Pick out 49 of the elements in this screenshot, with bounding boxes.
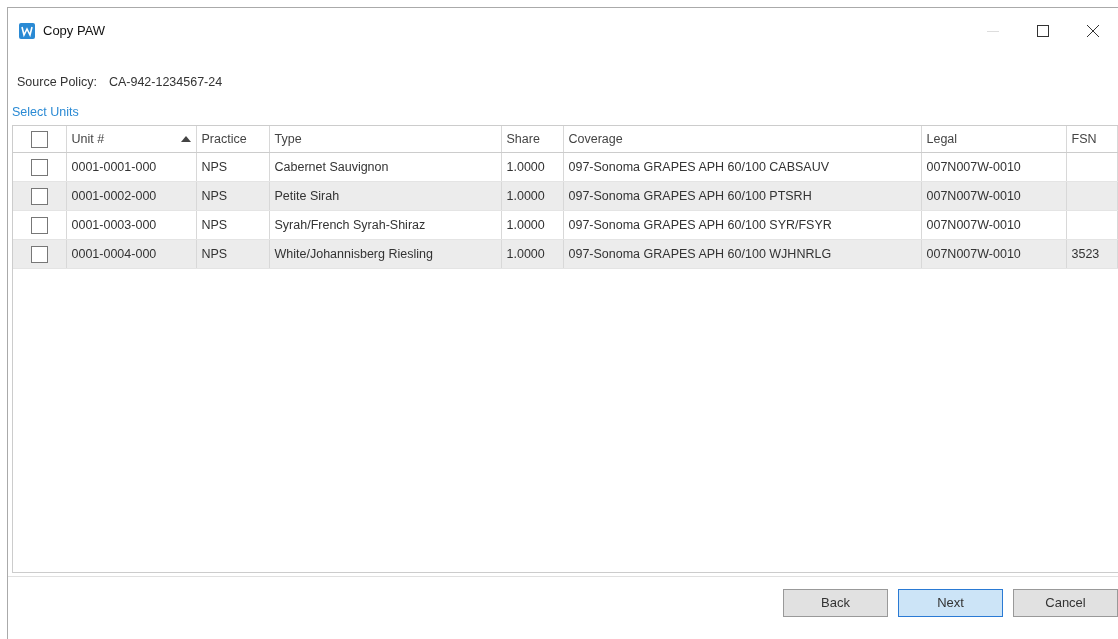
table-cell: 1.0000 — [506, 217, 545, 232]
minimize-icon — [987, 30, 999, 32]
field-label: Source Policy: — [17, 73, 97, 91]
column-header[interactable]: FSN — [1071, 129, 1097, 149]
table-cell: 1.0000 — [506, 188, 545, 203]
table-cell: NPS — [201, 246, 228, 261]
cancel-button[interactable]: Cancel — [1013, 588, 1118, 617]
row-checkbox[interactable] — [30, 187, 48, 205]
table-cell: 097-Sonoma GRAPES APH 60/100 SYR/FSYR — [568, 217, 832, 232]
table-cell: 097-Sonoma GRAPES APH 60/100 WJHNRLG — [568, 246, 832, 261]
table-cell: 0001-0001-000 — [71, 159, 157, 174]
row-checkbox[interactable] — [30, 216, 48, 234]
table-cell: 097-Sonoma GRAPES APH 60/100 PTSRH — [568, 188, 812, 203]
column-header[interactable]: Practice — [201, 129, 247, 149]
column-header[interactable]: Legal — [926, 129, 958, 149]
next-button[interactable]: Next — [898, 588, 1003, 617]
table-cell: 007N007W-0010 — [926, 159, 1021, 174]
table-cell: 1.0000 — [506, 246, 545, 261]
table-cell: 0001-0002-000 — [71, 188, 157, 203]
table-cell: 007N007W-0010 — [926, 246, 1021, 261]
table-cell: 007N007W-0010 — [926, 188, 1021, 203]
table-cell: Cabernet Sauvignon — [274, 159, 389, 174]
app-logo-icon — [19, 23, 35, 39]
table-cell: 007N007W-0010 — [926, 217, 1021, 232]
row-checkbox[interactable] — [30, 158, 48, 176]
window-title: Copy PAW — [43, 22, 106, 41]
table-cell: NPS — [201, 159, 228, 174]
table-cell: Petite Sirah — [274, 188, 340, 203]
select-all-checkbox[interactable] — [30, 130, 48, 148]
row-checkbox[interactable] — [30, 245, 48, 263]
maximize-icon — [1037, 25, 1049, 37]
table-cell: 3523 — [1071, 246, 1100, 261]
column-header[interactable]: Type — [274, 129, 302, 149]
back-button[interactable]: Back — [783, 588, 888, 617]
table-cell: NPS — [201, 217, 228, 232]
column-header[interactable]: Share — [506, 129, 540, 149]
column-header[interactable]: Unit # — [71, 129, 105, 149]
section-title: Select Units — [12, 105, 79, 119]
close-icon — [1087, 25, 1099, 37]
sort-arrow-icon — [180, 136, 191, 142]
table-cell: 097-Sonoma GRAPES APH 60/100 CABSAUV — [568, 159, 830, 174]
table-cell: 1.0000 — [506, 159, 545, 174]
table-cell: 0001-0003-000 — [71, 217, 157, 232]
table-cell: White/Johannisberg Riesling — [274, 246, 433, 261]
column-header[interactable]: Coverage — [568, 129, 623, 149]
table-cell: NPS — [201, 188, 228, 203]
table-cell: Syrah/French Syrah-Shiraz — [274, 217, 426, 232]
policy-number: CA-942-1234567-24 — [108, 73, 223, 91]
table-cell: 0001-0004-000 — [71, 246, 157, 261]
